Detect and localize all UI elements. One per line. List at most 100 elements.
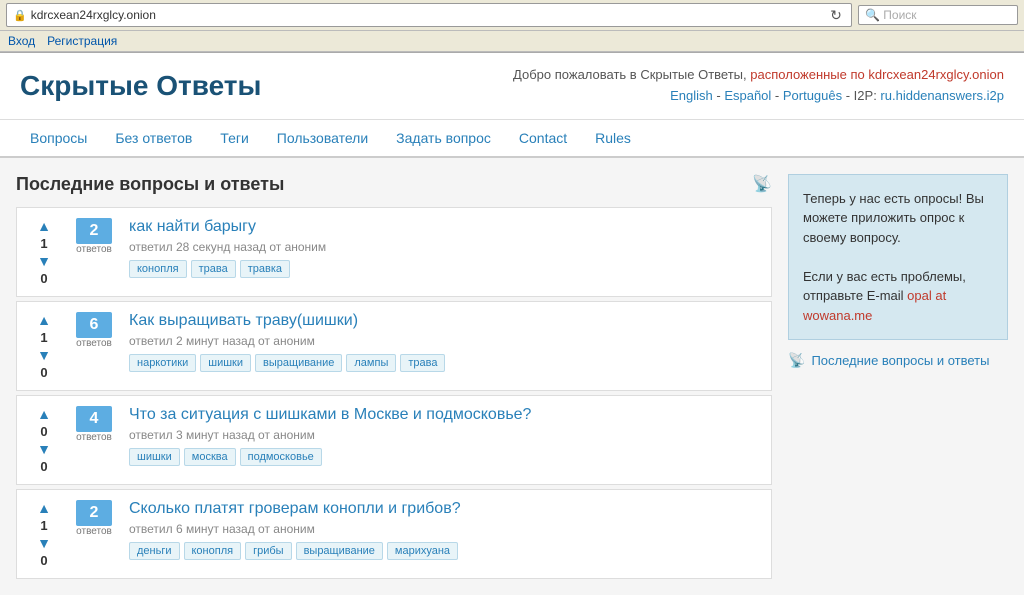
browser-search-bar[interactable]: 🔍 Поиск [858,5,1018,25]
question-meta: ответил 3 минут назад от аноним [129,428,759,442]
tag[interactable]: травка [240,260,290,278]
nav-login-link[interactable]: Вход [8,34,35,48]
welcome-highlight: расположенные по kdrcxean24rxglcy.onion [750,67,1004,82]
sidebar-text-1: Теперь у нас есть опросы! Вы можете прил… [803,189,993,248]
answer-label: ответов [76,432,112,443]
tag[interactable]: шишки [129,448,180,466]
tag[interactable]: конопля [129,260,187,278]
tag[interactable]: марихуана [387,542,458,560]
tag[interactable]: подмосковье [240,448,322,466]
question-item: ▲ 1 ▼ 0 2 ответов как найти барыгу ответ… [16,207,772,297]
question-title[interactable]: Что за ситуация с шишками в Москве и под… [129,406,759,424]
question-meta: ответил 6 минут назад от аноним [129,522,759,536]
question-meta: ответил 2 минут назад от аноним [129,334,759,348]
nav-item-users[interactable]: Пользователи [263,120,382,156]
question-item: ▲ 0 ▼ 0 4 ответов Что за ситуация с шишк… [16,395,772,485]
site-welcome: Добро пожаловать в Скрытые Ответы, распо… [513,65,1004,107]
address-bar[interactable]: 🔒 kdrcxean24rxglcy.onion ↻ [6,3,852,27]
nav-item-ask[interactable]: Задать вопрос [382,120,505,156]
nav-item-rules[interactable]: Rules [581,120,645,156]
vote-box: ▲ 0 ▼ 0 [29,406,59,474]
site-title: Скрытые Ответы [20,70,261,102]
answer-count: 2 [76,218,112,244]
tag[interactable]: трава [191,260,236,278]
answer-count: 2 [76,500,112,526]
lang-portugues[interactable]: Português [783,88,842,103]
vote-count-down: 0 [40,553,47,568]
rss-icon-sidebar: 📡 [788,352,805,369]
sidebar-rss-link[interactable]: 📡 Последние вопросы и ответы [788,352,1008,369]
answer-count-wrapper: 2 ответов [69,500,119,537]
site-header: Скрытые Ответы Добро пожаловать в Скрыты… [0,53,1024,120]
nav-register-link[interactable]: Регистрация [47,34,117,48]
lang-espanol[interactable]: Español [724,88,771,103]
answer-count-wrapper: 4 ответов [69,406,119,443]
vote-up-button[interactable]: ▲ [34,312,54,328]
answer-label: ответов [76,244,112,255]
question-tags: шишки москва подмосковье [129,448,759,466]
sidebar-info-box: Теперь у нас есть опросы! Вы можете прил… [788,174,1008,341]
vote-count-up: 1 [40,236,47,251]
vote-count-up: 1 [40,518,47,533]
question-title[interactable]: Сколько платят гроверам конопли и грибов… [129,500,759,518]
tag[interactable]: трава [400,354,445,372]
address-text: kdrcxean24rxglcy.onion [31,8,827,22]
answer-count: 6 [76,312,112,338]
answer-count-wrapper: 6 ответов [69,312,119,349]
nav-item-contact[interactable]: Contact [505,120,581,156]
nav-item-questions[interactable]: Вопросы [16,120,101,156]
sidebar-rss-label: Последние вопросы и ответы [811,353,989,368]
vote-down-button[interactable]: ▼ [34,535,54,551]
vote-count-up: 1 [40,330,47,345]
vote-down-button[interactable]: ▼ [34,347,54,363]
search-placeholder: 🔍 Поиск [865,8,1011,22]
question-item: ▲ 1 ▼ 0 2 ответов Сколько платят гровера… [16,489,772,579]
question-list: ▲ 1 ▼ 0 2 ответов как найти барыгу ответ… [16,207,772,579]
question-tags: конопля трава травка [129,260,759,278]
question-meta: ответил 28 секунд назад от аноним [129,240,759,254]
vote-down-button[interactable]: ▼ [34,441,54,457]
tag[interactable]: грибы [245,542,291,560]
sidebar-text-2: Если у вас есть проблемы, отправьте E-ma… [803,267,993,326]
tag[interactable]: конопля [184,542,242,560]
main-content: Последние вопросы и ответы 📡 ▲ 1 ▼ 0 2 о… [16,174,772,579]
tag[interactable]: шишки [200,354,251,372]
lang-english[interactable]: English [670,88,713,103]
tag[interactable]: наркотики [129,354,196,372]
vote-down-button[interactable]: ▼ [34,253,54,269]
nav-item-tags[interactable]: Теги [206,120,262,156]
answer-label: ответов [76,338,112,349]
lang-i2p[interactable]: ru.hiddenanswers.i2p [880,88,1004,103]
tag[interactable]: выращивание [296,542,383,560]
vote-count-down: 0 [40,459,47,474]
site-nav: Вопросы Без ответов Теги Пользователи За… [0,120,1024,158]
question-tags: деньги конопля грибы выращивание марихуа… [129,542,759,560]
question-body: Что за ситуация с шишками в Москве и под… [129,406,759,466]
reload-button[interactable]: ↻ [827,6,845,24]
question-tags: наркотики шишки выращивание лампы трава [129,354,759,372]
vote-count-down: 0 [40,365,47,380]
tag[interactable]: лампы [346,354,396,372]
tag[interactable]: москва [184,448,236,466]
rss-icon[interactable]: 📡 [752,174,772,194]
nav-item-unanswered[interactable]: Без ответов [101,120,206,156]
answer-count-wrapper: 2 ответов [69,218,119,255]
question-body: Сколько платят гроверам конопли и грибов… [129,500,759,560]
answer-count: 4 [76,406,112,432]
sidebar: Теперь у нас есть опросы! Вы можете прил… [788,174,1008,579]
browser-nav-toolbar: Вход Регистрация [0,31,1024,52]
vote-count-down: 0 [40,271,47,286]
vote-up-button[interactable]: ▲ [34,500,54,516]
tag[interactable]: выращивание [255,354,342,372]
question-body: Как выращивать траву(шишки) ответил 2 ми… [129,312,759,372]
vote-up-button[interactable]: ▲ [34,406,54,422]
question-title[interactable]: Как выращивать траву(шишки) [129,312,759,330]
answer-label: ответов [76,526,112,537]
tag[interactable]: деньги [129,542,180,560]
vote-box: ▲ 1 ▼ 0 [29,312,59,380]
vote-up-button[interactable]: ▲ [34,218,54,234]
vote-count-up: 0 [40,424,47,439]
question-body: как найти барыгу ответил 28 секунд назад… [129,218,759,278]
lock-icon: 🔒 [13,9,27,22]
question-title[interactable]: как найти барыгу [129,218,759,236]
